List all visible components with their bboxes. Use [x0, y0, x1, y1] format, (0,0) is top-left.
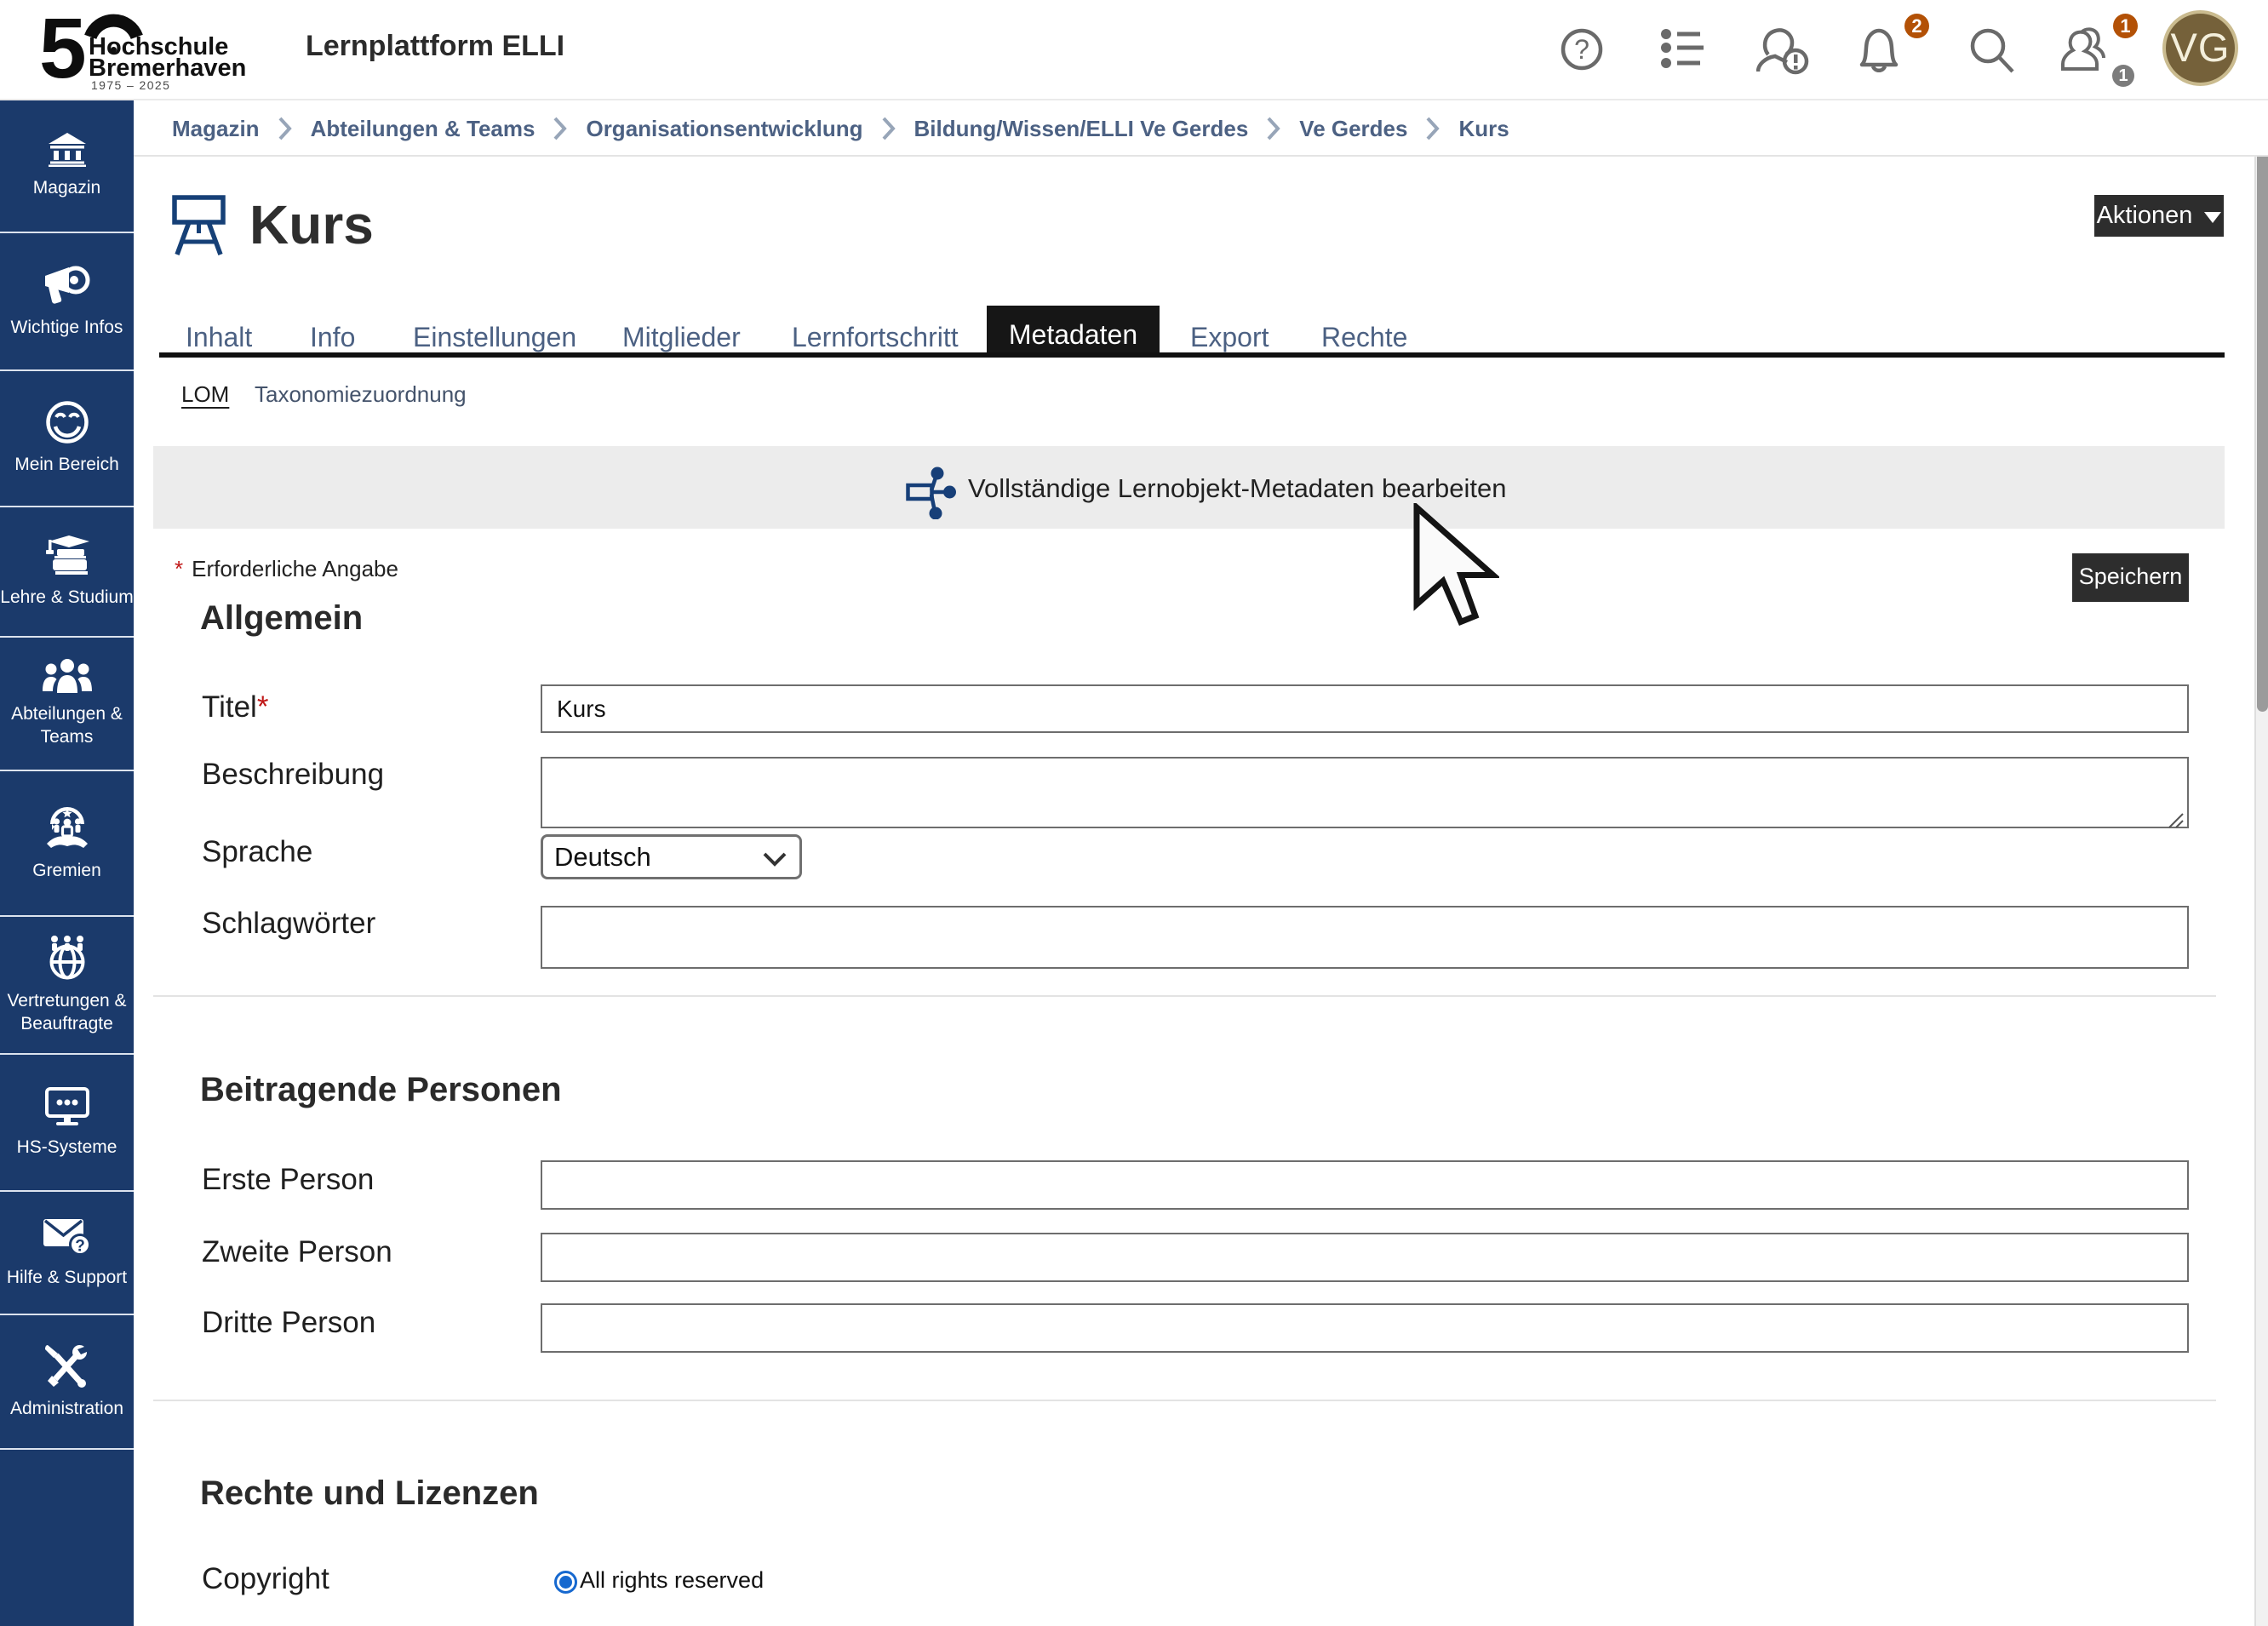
svg-text:?: ?	[1574, 34, 1589, 65]
svg-text:?: ?	[75, 1237, 85, 1255]
svg-text:5: 5	[39, 10, 87, 95]
